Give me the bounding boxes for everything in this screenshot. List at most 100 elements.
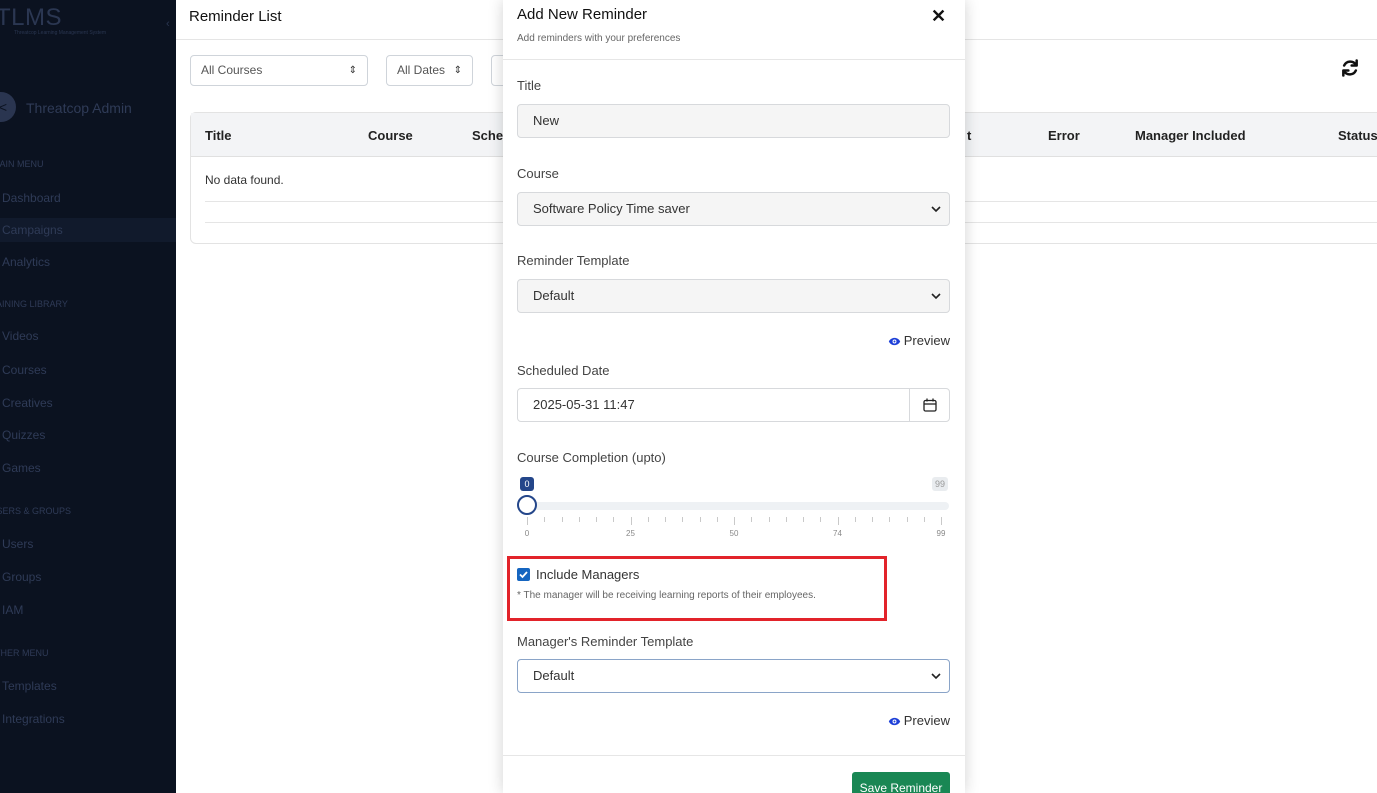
sidebar-item-templates[interactable]: Templates [0,674,176,698]
slider-tick [647,517,649,522]
highlight-annotation [507,556,887,621]
save-reminder-button[interactable]: Save Reminder [852,772,950,793]
template-preview-link[interactable]: Preview [888,333,950,348]
column-header-manager-included: Manager Included [1135,128,1246,143]
slider-tick [699,517,701,522]
modal-subtitle: Add reminders with your preferences [517,33,681,44]
manager-template-preview-link[interactable]: Preview [888,713,950,728]
include-managers-label[interactable]: Include Managers [536,567,639,582]
sidebar-section-other-menu: OTHER MENU [0,648,49,658]
slider-tick [785,517,787,522]
dates-filter-value: All Dates [397,63,446,77]
modal-title: Add New Reminder [517,6,648,23]
sidebar-item-groups[interactable]: Groups [0,565,176,589]
sidebar-item-courses[interactable]: Courses [0,358,176,382]
sidebar-item-creatives[interactable]: Creatives [0,391,176,415]
eye-icon [888,717,900,726]
slider-tick [527,517,528,525]
modal-footer-divider [503,755,965,756]
title-label: Title [517,78,542,93]
app-logo-subtitle: Threatcop Learning Management System [14,30,106,36]
slider-tick-label: 0 [524,529,530,538]
sidebar-item-quizzes[interactable]: Quizzes [0,423,176,447]
column-header-course: Course [368,128,413,143]
sidebar-section-main-menu: MAIN MENU [0,159,44,169]
course-completion-label: Course Completion (upto) [517,450,666,465]
dates-filter-select[interactable]: All Dates ⇕ [386,55,473,86]
chevron-down-icon [931,293,941,300]
slider-tick [665,517,666,522]
slider-tick [716,517,718,522]
sidebar-item-games[interactable]: Games [0,456,176,480]
slider-tick [544,517,546,522]
close-icon[interactable]: ✕ [931,7,946,25]
slider-tick [889,517,891,522]
slider-tick [682,517,684,522]
title-input[interactable]: New [517,104,950,138]
sidebar-item-integrations[interactable]: Integrations [0,707,176,731]
preview-label: Preview [903,713,950,728]
sidebar-section-users-groups: USERS & GROUPS [0,506,72,516]
course-label: Course [517,166,559,181]
sidebar-section-training-library: TRAINING LIBRARY [0,299,68,309]
slider-tick-label: 25 [626,529,635,538]
slider-tick [596,517,597,522]
avatar[interactable]: < [0,92,16,122]
reminder-template-select[interactable]: Default [517,279,950,313]
completion-slider-track[interactable] [519,502,949,510]
checkmark-icon [519,571,528,579]
slider-tick [837,517,839,525]
include-managers-checkbox[interactable] [517,568,530,581]
reminder-template-value: Default [533,288,575,303]
scheduled-date-label: Scheduled Date [517,363,610,378]
sort-caret-icon: ⇕ [348,65,357,76]
slider-max-badge: 99 [932,477,949,491]
modal-header-divider [503,59,965,60]
slider-tick [803,517,804,522]
slider-tick [941,517,942,525]
slider-tick [561,517,563,522]
manager-template-label: Manager's Reminder Template [517,634,694,649]
chevron-down-icon [931,206,941,213]
slider-tick [734,517,735,525]
scheduled-date-input[interactable]: 2025-05-31 11:47 [517,388,950,422]
column-header-error: Error [1048,128,1080,143]
user-name: Threatcop Admin [26,100,132,116]
sidebar-item-users[interactable]: Users [0,532,176,556]
sidebar-item-dashboard[interactable]: Dashboard [0,186,176,210]
slider-tick [820,517,822,522]
sidebar-item-analytics[interactable]: Analytics [0,250,176,274]
app-logo: TLMS [0,4,63,31]
sidebar-item-videos[interactable]: Videos [0,324,176,348]
chevron-down-icon [931,673,941,680]
column-header-title: Title [205,128,232,143]
slider-tick-label: 50 [729,529,739,538]
slider-tick-label: 99 [936,529,946,538]
slider-tick [613,517,615,522]
sidebar-item-iam[interactable]: IAM [0,598,176,622]
column-header-sent: t [967,128,972,143]
page-title: Reminder List [189,8,282,25]
scheduled-date-value: 2025-05-31 11:47 [533,397,635,412]
course-select[interactable]: Software Policy Time saver [517,192,950,226]
slider-tick [751,517,753,522]
include-managers-note: * The manager will be receiving learning… [517,590,816,601]
refresh-icon[interactable] [1340,58,1360,78]
add-reminder-modal: Add New Reminder Add reminders with your… [503,0,965,793]
sidebar-item-campaigns[interactable]: Campaigns [0,218,176,242]
column-header-status: Status [1338,128,1377,143]
slider-tick [768,517,770,522]
slider-tick [578,517,580,522]
completion-slider-handle[interactable] [517,495,537,515]
slider-tick [630,517,632,525]
eye-icon [888,337,900,346]
courses-filter-value: All Courses [201,63,263,77]
sidebar-collapse-icon[interactable]: ‹ [166,18,170,30]
manager-template-select[interactable]: Default [517,659,950,693]
course-select-value: Software Policy Time saver [533,201,690,216]
sort-caret-icon: ⇕ [453,65,462,76]
slider-tick [906,517,908,522]
calendar-icon[interactable] [909,389,949,421]
slider-tick [923,517,925,522]
courses-filter-select[interactable]: All Courses ⇕ [190,55,368,86]
